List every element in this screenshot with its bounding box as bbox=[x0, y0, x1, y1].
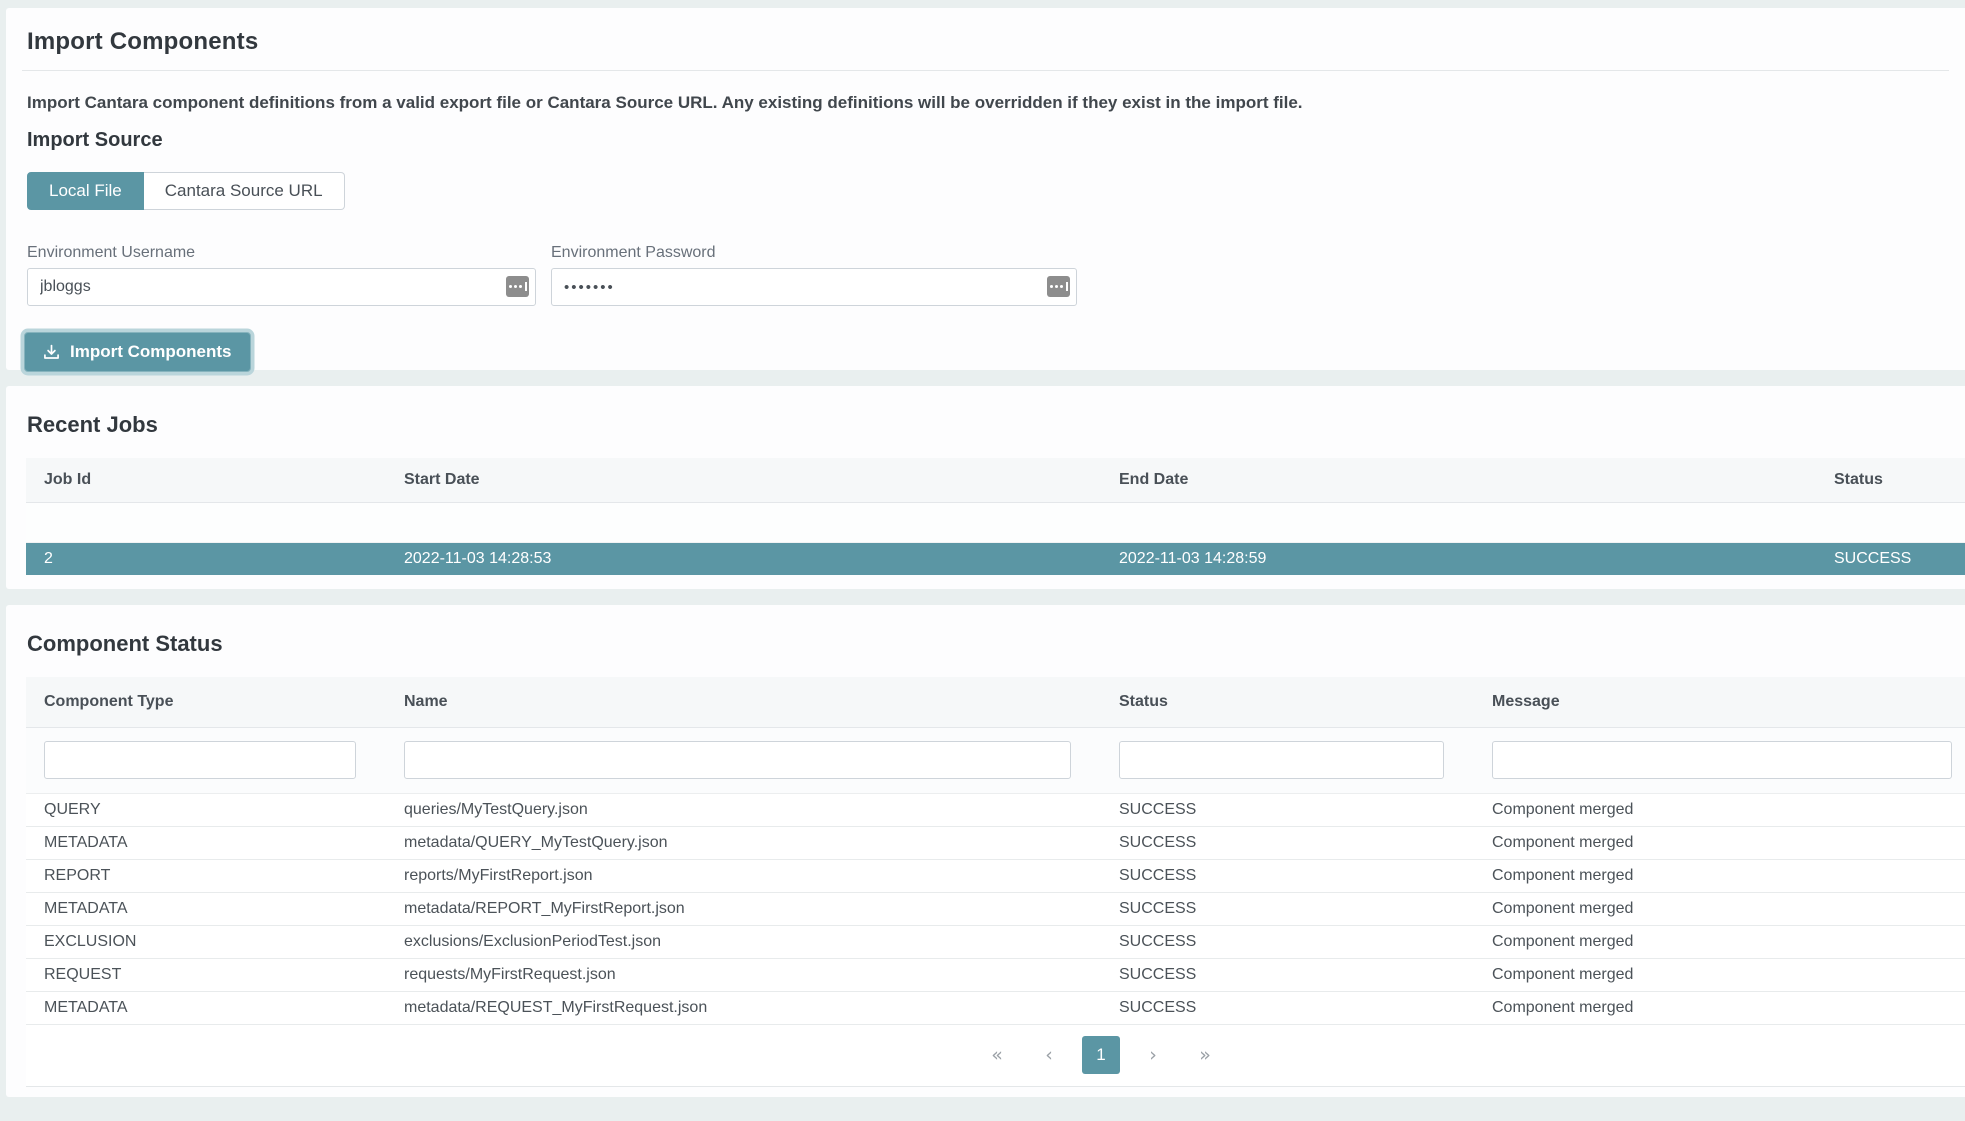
credentials-row: Environment Username Environment Passwor… bbox=[27, 244, 1949, 306]
filter-row bbox=[26, 727, 1965, 793]
autofill-icon[interactable] bbox=[506, 276, 529, 297]
paginator-next-button[interactable]: › bbox=[1134, 1036, 1172, 1074]
import-source-heading: Import Source bbox=[27, 129, 1949, 152]
password-label: Environment Password bbox=[551, 244, 1077, 262]
filter-component-type-input[interactable] bbox=[44, 741, 356, 779]
column-header-start-date: Start Date bbox=[386, 458, 1101, 502]
component-status-title: Component Status bbox=[27, 631, 1949, 657]
page-title: Import Components bbox=[27, 28, 1949, 56]
paginator: « ‹ 1 › » bbox=[26, 1025, 1965, 1087]
password-input[interactable] bbox=[551, 268, 1077, 306]
column-header-end-date: End Date bbox=[1101, 458, 1816, 502]
component-row[interactable]: METADATA metadata/QUERY_MyTestQuery.json… bbox=[26, 826, 1965, 859]
column-header-status: Status bbox=[1101, 677, 1474, 727]
tab-local-file[interactable]: Local File bbox=[27, 172, 144, 210]
status-badge: SUCCESS bbox=[1101, 892, 1474, 925]
component-row[interactable]: QUERY queries/MyTestQuery.json SUCCESS C… bbox=[26, 793, 1965, 826]
column-header-job-id: Job Id bbox=[26, 458, 386, 502]
paginator-last-button[interactable]: » bbox=[1186, 1036, 1224, 1074]
recent-jobs-header-row: Job Id Start Date End Date Status bbox=[26, 458, 1965, 502]
status-badge: SUCCESS bbox=[1101, 925, 1474, 958]
status-badge: SUCCESS bbox=[1101, 859, 1474, 892]
status-badge: SUCCESS bbox=[1101, 958, 1474, 991]
password-field-group: Environment Password bbox=[551, 244, 1077, 306]
tab-cantara-source-url[interactable]: Cantara Source URL bbox=[144, 172, 345, 210]
filter-status-input[interactable] bbox=[1119, 741, 1444, 779]
end-date-cell: 2022-11-03 14:28:59 bbox=[1101, 542, 1816, 575]
recent-jobs-title: Recent Jobs bbox=[27, 412, 1949, 438]
username-input[interactable] bbox=[27, 268, 536, 306]
job-status-cell: SUCCESS bbox=[1816, 542, 1965, 575]
column-header-component-type: Component Type bbox=[26, 677, 386, 727]
job-id-cell: 2 bbox=[26, 542, 386, 575]
paginator-first-button[interactable]: « bbox=[978, 1036, 1016, 1074]
status-badge: SUCCESS bbox=[1101, 826, 1474, 859]
title-divider bbox=[22, 70, 1949, 71]
job-row-selected[interactable]: 2 2022-11-03 14:28:53 2022-11-03 14:28:5… bbox=[26, 542, 1965, 575]
import-components-panel: Import Components Import Cantara compone… bbox=[6, 8, 1965, 370]
empty-row bbox=[26, 502, 1965, 542]
column-header-status: Status bbox=[1816, 458, 1965, 502]
status-badge: SUCCESS bbox=[1101, 991, 1474, 1024]
component-status-panel: Component Status Component Type Name Sta… bbox=[6, 605, 1965, 1097]
component-status-table: Component Type Name Status Message QUERY… bbox=[26, 677, 1965, 1025]
column-header-name: Name bbox=[386, 677, 1101, 727]
recent-jobs-panel: Recent Jobs Job Id Start Date End Date S… bbox=[6, 386, 1965, 589]
username-field-group: Environment Username bbox=[27, 244, 536, 306]
section-gap bbox=[0, 589, 1965, 605]
component-row[interactable]: REQUEST requests/MyFirstRequest.json SUC… bbox=[26, 958, 1965, 991]
autofill-icon[interactable] bbox=[1047, 276, 1070, 297]
status-badge: SUCCESS bbox=[1101, 793, 1474, 826]
download-icon bbox=[43, 344, 60, 361]
import-description: Import Cantara component definitions fro… bbox=[27, 93, 1949, 113]
column-header-message: Message bbox=[1474, 677, 1965, 727]
paginator-page-1-button[interactable]: 1 bbox=[1082, 1036, 1120, 1074]
section-gap bbox=[0, 370, 1965, 386]
filter-message-input[interactable] bbox=[1492, 741, 1952, 779]
component-row[interactable]: METADATA metadata/REPORT_MyFirstReport.j… bbox=[26, 892, 1965, 925]
import-components-button[interactable]: Import Components bbox=[24, 332, 251, 372]
component-row[interactable]: EXCLUSION exclusions/ExclusionPeriodTest… bbox=[26, 925, 1965, 958]
component-row[interactable]: METADATA metadata/REQUEST_MyFirstRequest… bbox=[26, 991, 1965, 1024]
component-row[interactable]: REPORT reports/MyFirstReport.json SUCCES… bbox=[26, 859, 1965, 892]
filter-name-input[interactable] bbox=[404, 741, 1071, 779]
component-status-header-row: Component Type Name Status Message bbox=[26, 677, 1965, 727]
recent-jobs-table: Job Id Start Date End Date Status 2 2022… bbox=[26, 458, 1965, 575]
username-label: Environment Username bbox=[27, 244, 536, 262]
start-date-cell: 2022-11-03 14:28:53 bbox=[386, 542, 1101, 575]
paginator-prev-button[interactable]: ‹ bbox=[1030, 1036, 1068, 1074]
import-source-toggle: Local File Cantara Source URL bbox=[27, 172, 1949, 210]
